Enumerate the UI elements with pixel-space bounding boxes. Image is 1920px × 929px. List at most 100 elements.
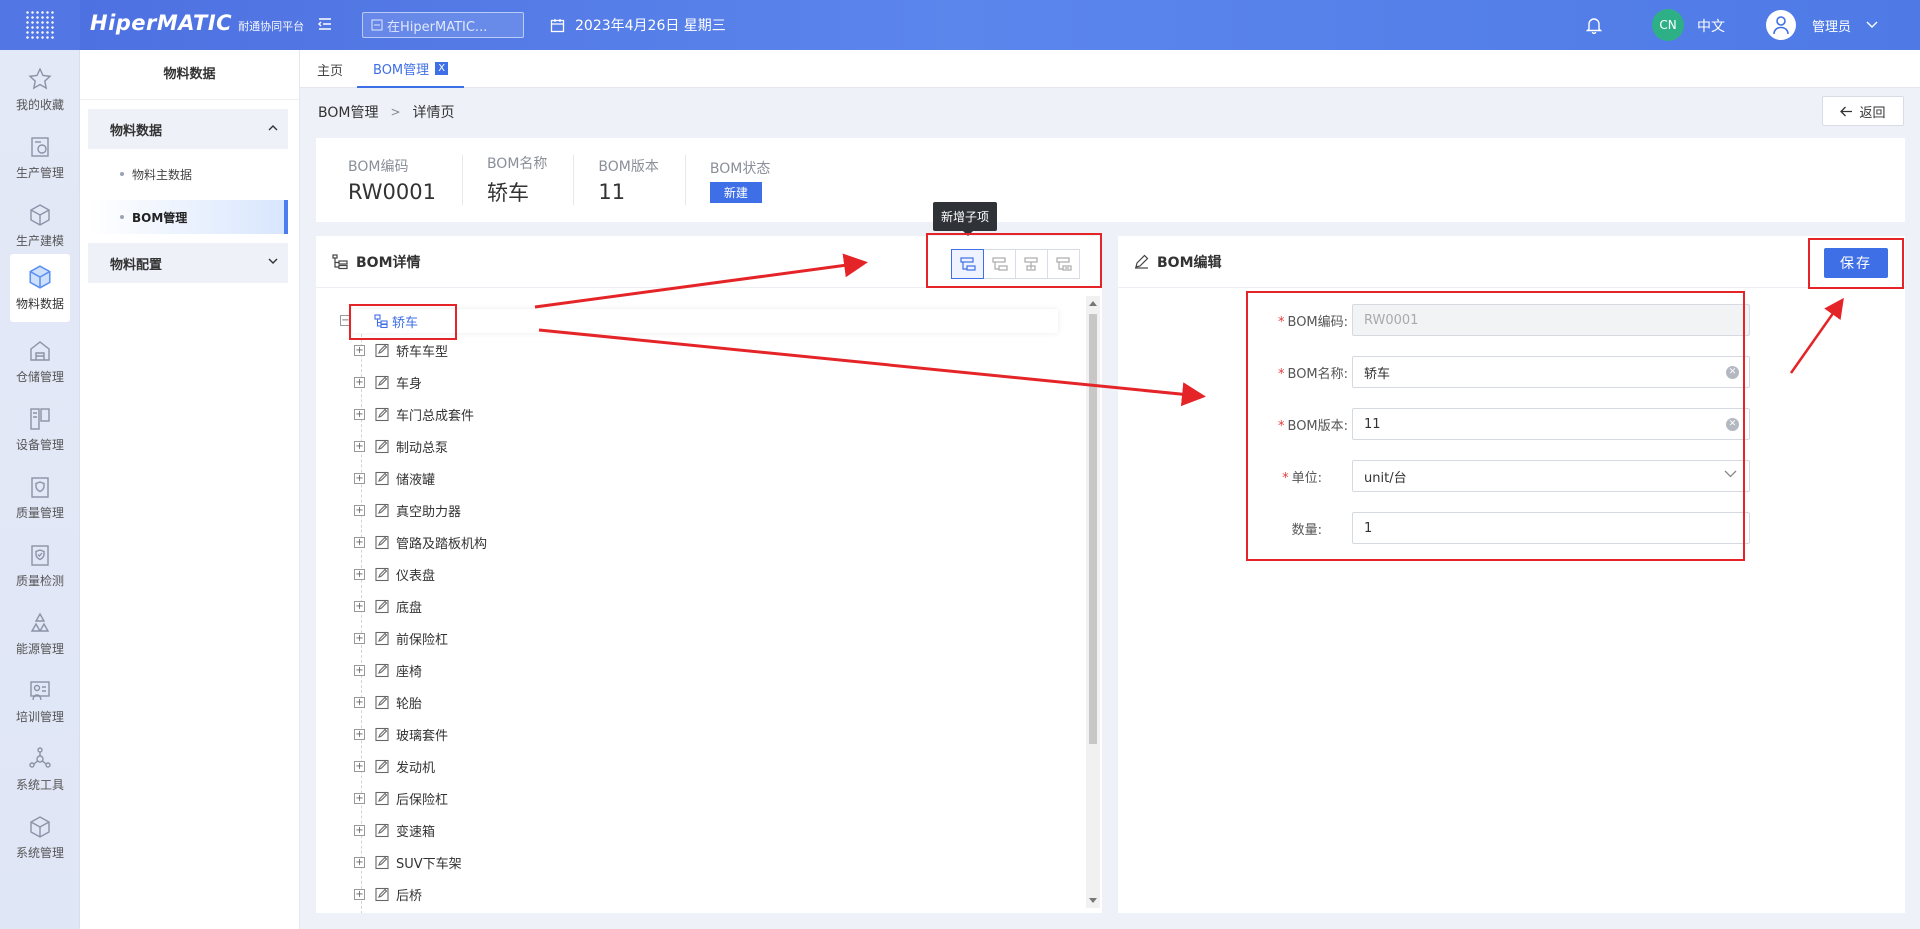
tree-scrollbar[interactable] [1086, 296, 1100, 908]
tree-node[interactable]: + 发动机 [354, 755, 435, 777]
expand-toggle[interactable]: + [354, 728, 365, 740]
nav-item-system-management[interactable]: 系统管理 [0, 804, 80, 872]
warehouse-icon [30, 341, 50, 361]
expand-toggle[interactable]: + [354, 792, 365, 804]
chevron-up-icon [268, 125, 278, 131]
tree-node[interactable]: + 后桥 [354, 883, 422, 905]
tree-node-label: 制动总泵 [396, 440, 449, 456]
save-button[interactable]: 保存 [1824, 248, 1888, 278]
nav-item-quality-check[interactable]: 质量检测 [0, 532, 80, 600]
submenu-group-material-config[interactable]: 物料配置 [88, 243, 288, 283]
submenu-item-bom[interactable]: BOM管理 [88, 200, 288, 234]
tree-node[interactable]: + SUV下车架 [354, 851, 462, 873]
form-label: * BOM版本: [1278, 418, 1349, 434]
tree-node[interactable]: + 玻璃套件 [354, 723, 448, 745]
quantity-field[interactable]: 1 [1352, 512, 1750, 544]
expand-toggle[interactable]: + [354, 696, 365, 708]
network-icon [29, 747, 51, 768]
nav-item-energy[interactable]: 能源管理 [0, 600, 80, 668]
scroll-up-arrow[interactable] [1089, 301, 1097, 306]
collapse-toggle[interactable]: − [340, 315, 351, 326]
tree-node[interactable]: + 变速箱 [354, 819, 435, 841]
submenu-item-material-master[interactable]: 物料主数据 [88, 157, 288, 191]
bom-name-field[interactable]: 轿车 ✕ [1352, 356, 1750, 388]
info-label: BOM版本 [598, 159, 659, 175]
submenu-group-material-data[interactable]: 物料数据 [88, 109, 288, 149]
nav-item-system-tools[interactable]: 系统工具 [0, 736, 80, 804]
tree-node[interactable]: + 真空助力器 [354, 499, 461, 521]
tree-node[interactable]: + 仪表盘 [354, 563, 435, 585]
nav-item-favorites[interactable]: 我的收藏 [0, 56, 80, 124]
add-sibling-button[interactable] [983, 249, 1016, 279]
tree-node[interactable]: + 储液罐 [354, 467, 435, 489]
tab-bom[interactable]: BOM管理 X [357, 50, 465, 88]
tree-node[interactable]: + 后保险杠 [354, 787, 448, 809]
search-input[interactable]: 在HiperMATIC... [362, 12, 524, 38]
unit-select[interactable]: unit/台 [1352, 460, 1750, 492]
tree-node[interactable]: + 轿车车型 [354, 339, 448, 361]
expand-toggle[interactable]: + [354, 536, 365, 548]
return-button[interactable]: 返回 [1822, 96, 1904, 126]
tree-node[interactable]: + 前保险杠 [354, 627, 448, 649]
tree-node[interactable]: + 制动总泵 [354, 435, 448, 457]
tree-node-label: 发动机 [396, 760, 436, 776]
scroll-down-arrow[interactable] [1089, 898, 1097, 903]
expand-toggle[interactable]: + [354, 824, 365, 836]
tree-toolbar [951, 249, 1080, 279]
tree-node[interactable]: + 车身 [354, 371, 422, 393]
form-row-bom-version: * BOM版本: 11 ✕ [1250, 408, 1750, 440]
tree-node[interactable]: + 车门总成套件 [354, 403, 474, 425]
expand-toggle[interactable]: + [354, 600, 365, 612]
tree-node[interactable]: + 管路及踏板机构 [354, 531, 487, 553]
tree-node[interactable]: + 底盘 [354, 595, 422, 617]
scroll-thumb[interactable] [1089, 314, 1097, 744]
nav-item-production[interactable]: 生产管理 [0, 124, 80, 192]
menu-toggle-icon[interactable] [316, 15, 334, 33]
breadcrumb-parent[interactable]: BOM管理 [318, 102, 378, 122]
clear-icon[interactable]: ✕ [1726, 418, 1739, 431]
expand-toggle[interactable]: + [354, 504, 365, 516]
close-icon[interactable]: X [435, 61, 449, 75]
tree-node[interactable]: + 座椅 [354, 659, 422, 681]
clear-icon[interactable]: ✕ [1726, 366, 1739, 379]
expand-toggle[interactable]: + [354, 344, 365, 356]
chevron-down-icon[interactable] [1866, 18, 1878, 33]
user-avatar-icon[interactable] [1766, 10, 1796, 40]
panel-header: BOM编辑 [1118, 236, 1905, 288]
bell-icon[interactable] [1585, 16, 1603, 38]
tab-home[interactable]: 主页 [317, 50, 343, 88]
expand-toggle[interactable]: + [354, 472, 365, 484]
expand-toggle[interactable]: + [354, 760, 365, 772]
user-name[interactable]: 管理员 [1812, 16, 1851, 35]
tree-node-label: 轮胎 [396, 696, 423, 712]
tree-root-node[interactable]: 轿车 [352, 309, 1058, 333]
expand-toggle[interactable]: + [354, 408, 365, 420]
app-grid-button[interactable] [0, 0, 80, 50]
quality-shield-icon [31, 477, 49, 498]
expand-toggle[interactable]: + [354, 376, 365, 388]
field-value: 1 [1364, 520, 1373, 536]
expand-toggle[interactable]: + [354, 632, 365, 644]
language-label[interactable]: 中文 [1697, 16, 1725, 36]
training-icon [30, 681, 50, 701]
nav-item-device[interactable]: 设备管理 [0, 396, 80, 464]
bom-version-field[interactable]: 11 ✕ [1352, 408, 1750, 440]
add-child-button[interactable] [951, 249, 984, 279]
nav-item-modeling[interactable]: 生产建模 [0, 192, 80, 260]
tree-node-label: 后桥 [396, 888, 423, 904]
language-badge[interactable]: CN [1652, 9, 1684, 41]
nav-item-quality[interactable]: 质量管理 [0, 464, 80, 532]
expand-toggle[interactable]: + [354, 888, 365, 900]
nav-item-material-data[interactable]: 物料数据 [10, 254, 70, 322]
expand-toggle[interactable]: + [354, 440, 365, 452]
tree-node[interactable]: + 轮胎 [354, 691, 422, 713]
expand-toggle[interactable]: + [354, 856, 365, 868]
node-edit-icon [375, 535, 389, 549]
expand-toggle[interactable]: + [354, 568, 365, 580]
edit-node-button[interactable] [1015, 249, 1048, 279]
nav-item-training[interactable]: 培训管理 [0, 668, 80, 736]
expand-toggle[interactable]: + [354, 664, 365, 676]
delete-node-button[interactable] [1047, 249, 1080, 279]
tab-label: 主页 [317, 63, 344, 79]
nav-item-warehouse[interactable]: 仓储管理 [0, 328, 80, 396]
